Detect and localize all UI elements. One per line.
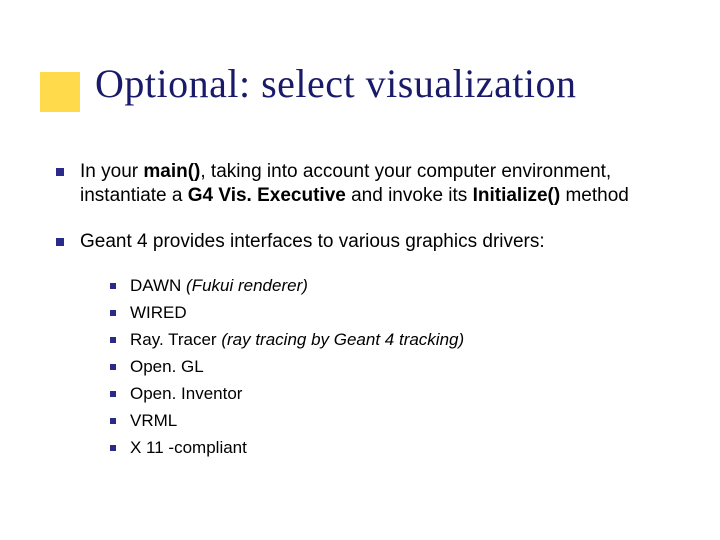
bullet-icon: [110, 364, 116, 370]
bullet-icon: [110, 391, 116, 397]
bullet-icon: [56, 168, 64, 176]
bullet-text: Geant 4 provides interfaces to various g…: [80, 230, 545, 254]
bullet-icon: [110, 283, 116, 289]
list-item: Open. GL: [110, 356, 676, 379]
list-item: Open. Inventor: [110, 383, 676, 406]
bullet-text: In your main(), taking into account your…: [80, 160, 676, 208]
bullet-icon: [110, 337, 116, 343]
list-item: VRML: [110, 410, 676, 433]
bullet-icon: [110, 418, 116, 424]
driver-list: DAWN (Fukui renderer) WIRED Ray. Tracer …: [110, 275, 676, 460]
bullet-item: In your main(), taking into account your…: [56, 160, 676, 208]
list-item: X 11 -compliant: [110, 437, 676, 460]
list-item: Ray. Tracer (ray tracing by Geant 4 trac…: [110, 329, 676, 352]
accent-square: [40, 72, 80, 112]
list-item: WIRED: [110, 302, 676, 325]
bullet-icon: [110, 310, 116, 316]
slide-title: Optional: select visualization: [95, 60, 577, 107]
bullet-icon: [56, 238, 64, 246]
slide-body: In your main(), taking into account your…: [56, 160, 676, 464]
list-item: DAWN (Fukui renderer): [110, 275, 676, 298]
bullet-icon: [110, 445, 116, 451]
bullet-item: Geant 4 provides interfaces to various g…: [56, 230, 676, 254]
